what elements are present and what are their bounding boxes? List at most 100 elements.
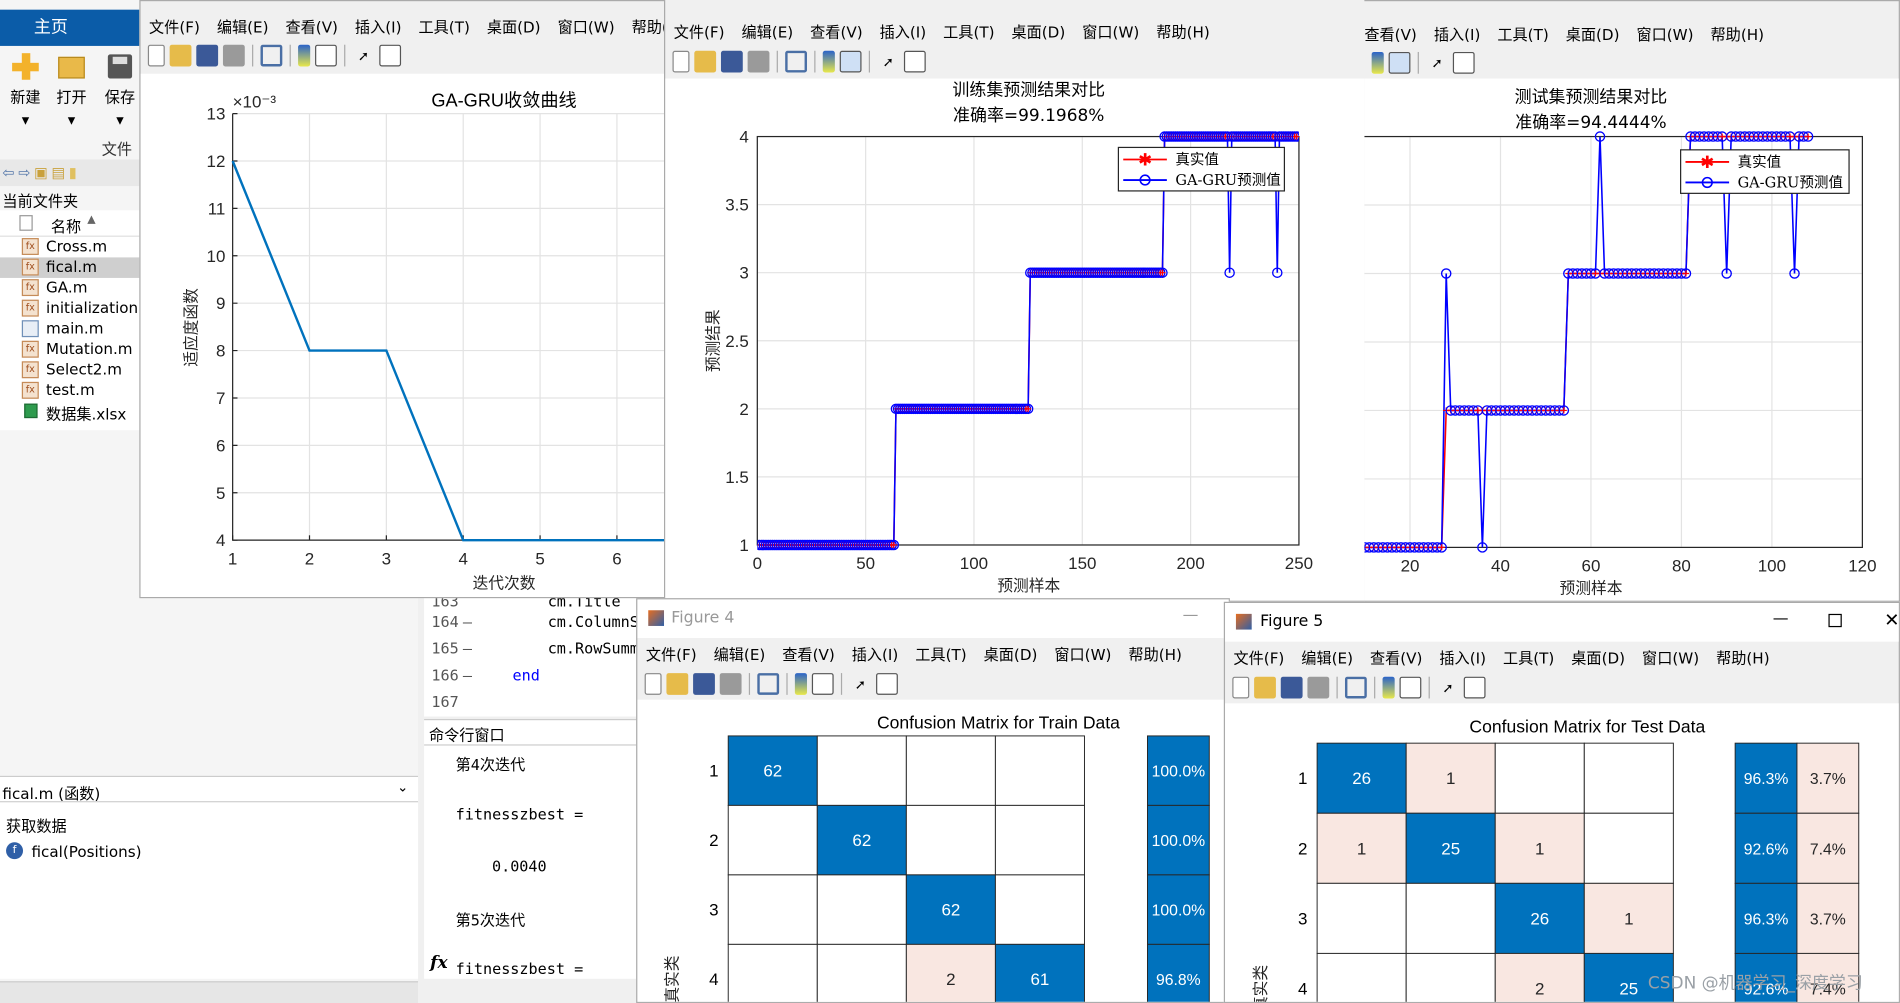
menu-tools[interactable]: 工具(T) <box>943 19 994 42</box>
up-folder-icon[interactable]: ▣ <box>34 164 48 181</box>
menu-tools[interactable]: 工具(T) <box>1497 21 1548 44</box>
open-file-icon[interactable] <box>169 44 192 67</box>
menu-insert[interactable]: 插入(I) <box>852 641 899 664</box>
open-button[interactable]: 打开 ▼ <box>51 51 92 131</box>
new-figure-icon[interactable] <box>644 673 662 695</box>
colorbar-icon[interactable] <box>1382 676 1395 699</box>
new-figure-icon[interactable] <box>1232 676 1250 699</box>
menu-desktop[interactable]: 桌面(D) <box>984 641 1038 664</box>
print-icon[interactable] <box>719 673 742 695</box>
details-panel-header[interactable]: fical.m (函数) ⌄ <box>0 775 419 803</box>
menu-tools[interactable]: 工具(T) <box>418 14 469 37</box>
minimize-icon[interactable]: — <box>1183 607 1199 625</box>
file-item[interactable]: fx GA.m <box>0 278 139 299</box>
link-plot-icon[interactable] <box>757 673 780 695</box>
menu-file[interactable]: 文件(F) <box>646 641 697 664</box>
details-function[interactable]: fical(Positions) <box>32 842 142 860</box>
browse-folder-icon[interactable]: ▤ <box>51 164 65 181</box>
pointer-icon[interactable]: ➚ <box>1426 52 1448 74</box>
menu-file[interactable]: 文件(F) <box>1234 645 1285 668</box>
menu-window[interactable]: 窗口(W) <box>558 14 615 37</box>
menu-window[interactable]: 窗口(W) <box>1054 641 1111 664</box>
file-item[interactable]: fx Select2.m <box>0 360 139 381</box>
forward-arrow-icon[interactable]: ⇨ <box>18 164 30 181</box>
menu-edit[interactable]: 编辑(E) <box>742 19 794 42</box>
property-editor-icon[interactable] <box>379 44 402 67</box>
colorbar-icon[interactable] <box>1371 51 1384 74</box>
menu-desktop[interactable]: 桌面(D) <box>487 14 541 37</box>
save-icon[interactable] <box>1280 676 1303 699</box>
file-item[interactable]: 数据集.xlsx <box>0 401 139 423</box>
pointer-icon[interactable]: ➚ <box>849 673 871 695</box>
menu-tools[interactable]: 工具(T) <box>1503 645 1554 668</box>
link-plot-icon[interactable] <box>260 44 283 67</box>
menu-desktop[interactable]: 桌面(D) <box>1566 21 1620 44</box>
menu-help[interactable]: 帮助(H) <box>1711 21 1765 44</box>
file-item[interactable]: fx test.m <box>0 381 139 402</box>
menu-window[interactable]: 窗口(W) <box>1636 21 1693 44</box>
back-arrow-icon[interactable]: ⇦ <box>2 164 14 181</box>
menu-file[interactable]: 文件(F) <box>149 14 200 37</box>
menu-help[interactable]: 帮助(H) <box>1716 645 1770 668</box>
file-item[interactable]: fxinitialization.m <box>0 298 139 319</box>
close-icon[interactable]: ✕ <box>1884 609 1899 631</box>
save-icon[interactable] <box>196 44 219 67</box>
new-figure-icon[interactable] <box>672 50 690 73</box>
menu-help[interactable]: 帮助(H) <box>1156 19 1210 42</box>
save-button[interactable]: 保存 ▼ <box>99 51 140 131</box>
chevron-down-icon[interactable]: ⌄ <box>397 779 408 795</box>
open-file-icon[interactable] <box>666 673 689 695</box>
print-icon[interactable] <box>747 50 770 73</box>
legend-icon[interactable] <box>315 44 337 67</box>
pointer-icon[interactable]: ➚ <box>1437 677 1459 699</box>
menu-view[interactable]: 查看(V) <box>810 19 862 42</box>
menu-view[interactable]: 查看(V) <box>782 641 834 664</box>
link-plot-icon[interactable] <box>1344 676 1367 699</box>
property-editor-icon[interactable] <box>1463 676 1486 699</box>
property-editor-icon[interactable] <box>1452 51 1475 74</box>
menu-file[interactable]: 文件(F) <box>674 19 725 42</box>
menu-insert[interactable]: 插入(I) <box>355 14 402 37</box>
home-tab[interactable]: 主页 <box>0 9 140 46</box>
print-icon[interactable] <box>1307 676 1330 699</box>
link-plot-icon[interactable] <box>785 50 807 73</box>
menu-edit[interactable]: 编辑(E) <box>1301 645 1353 668</box>
name-column-header[interactable]: 名称 <box>51 214 81 237</box>
pointer-icon[interactable]: ➚ <box>353 45 375 67</box>
menu-window[interactable]: 窗口(W) <box>1082 19 1139 42</box>
pointer-icon[interactable]: ➚ <box>877 51 899 73</box>
legend-icon[interactable] <box>811 673 834 695</box>
legend-icon[interactable] <box>839 50 862 73</box>
print-icon[interactable] <box>222 44 245 67</box>
maximize-icon[interactable] <box>1828 613 1842 628</box>
folder-path-icon[interactable]: ▮ <box>69 164 77 181</box>
colorbar-icon[interactable] <box>794 673 807 695</box>
menu-view[interactable]: 查看(V) <box>1364 21 1416 44</box>
menu-desktop[interactable]: 桌面(D) <box>1011 19 1065 42</box>
new-figure-icon[interactable] <box>147 44 165 67</box>
legend-icon[interactable] <box>1388 51 1411 74</box>
menu-window[interactable]: 窗口(W) <box>1642 645 1699 668</box>
minimize-icon[interactable]: — <box>1773 610 1789 628</box>
open-file-icon[interactable] <box>1254 676 1276 699</box>
file-item[interactable]: fx fical.m <box>0 257 140 278</box>
colorbar-icon[interactable] <box>298 44 311 67</box>
property-editor-icon[interactable] <box>876 673 898 695</box>
menu-insert[interactable]: 插入(I) <box>1439 645 1486 668</box>
legend-icon[interactable] <box>1399 676 1422 699</box>
menu-view[interactable]: 查看(V) <box>285 14 337 37</box>
menu-edit[interactable]: 编辑(E) <box>217 14 269 37</box>
menu-help[interactable]: 帮助(H) <box>1128 641 1182 664</box>
property-editor-icon[interactable] <box>903 50 926 73</box>
file-item[interactable]: main.m <box>0 319 139 340</box>
menu-edit[interactable]: 编辑(E) <box>714 641 766 664</box>
file-item[interactable]: fx Mutation.m <box>0 340 139 361</box>
colorbar-icon[interactable] <box>822 50 835 73</box>
menu-insert[interactable]: 插入(I) <box>1434 21 1481 44</box>
command-window[interactable]: 命令行窗口 第4次迭代 fitnesszbest = 0.0040 第5次迭代 … <box>424 718 643 979</box>
menu-tools[interactable]: 工具(T) <box>915 641 966 664</box>
open-file-icon[interactable] <box>694 50 717 73</box>
menu-insert[interactable]: 插入(I) <box>880 19 927 42</box>
save-icon[interactable] <box>693 673 715 695</box>
new-button[interactable]: 新建 ▼ <box>5 51 46 131</box>
